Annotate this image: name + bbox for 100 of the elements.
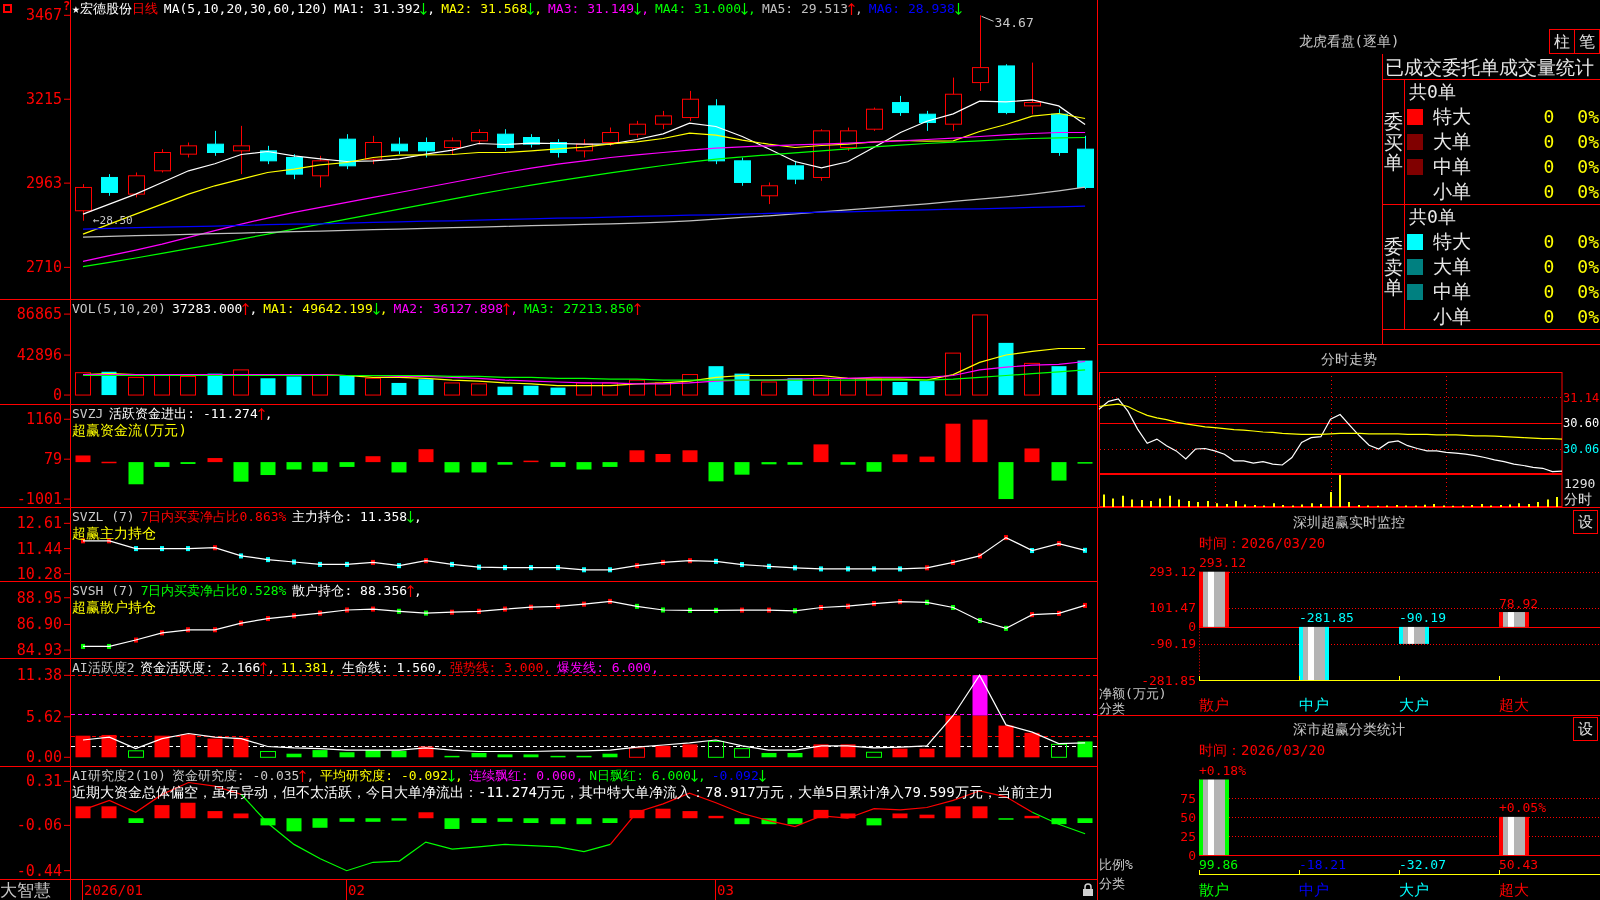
activity-bar	[497, 754, 513, 758]
axis-tick-label: 0	[52, 386, 62, 404]
activity-bar	[602, 753, 618, 758]
point-marker	[345, 561, 349, 567]
separator: ,	[697, 768, 706, 784]
view-toggle-button[interactable]: 柱	[1549, 28, 1575, 54]
point-marker	[239, 553, 243, 559]
separator: ,	[543, 660, 552, 676]
bar	[1499, 612, 1529, 627]
point-marker	[767, 607, 771, 613]
research-bar	[286, 818, 302, 832]
research-bar	[1051, 818, 1067, 825]
volume-bar	[260, 378, 276, 396]
order-share: 0%	[1577, 306, 1599, 327]
flow-bar	[233, 462, 249, 482]
bar	[1499, 816, 1529, 855]
candlestick	[1077, 135, 1094, 190]
axis-title: 分类	[1099, 700, 1125, 715]
flow-bar	[154, 462, 170, 467]
indicator-label: MA3: 31.149	[548, 1, 635, 17]
indicator-label: 连续飘红: 0.000	[468, 768, 576, 784]
activity-bar	[972, 675, 988, 716]
activity-bar	[813, 744, 829, 758]
activity-bar	[998, 725, 1014, 758]
flow-bar	[708, 462, 724, 482]
axis-tick-label: 0	[1188, 847, 1196, 863]
indicator-label: 11.381	[281, 660, 329, 676]
outlined-volume-bar	[444, 382, 460, 396]
separator: ,	[748, 1, 756, 17]
candlestick	[260, 145, 277, 165]
separator: ,	[328, 660, 336, 676]
outlined-activity-bar	[708, 740, 724, 758]
candlestick	[365, 135, 382, 165]
help-mark[interactable]: ?	[63, 0, 71, 12]
flow-bar	[497, 462, 513, 465]
volume-bar	[892, 382, 908, 396]
point-marker	[81, 538, 85, 544]
axis-tick-label: 88.95	[16, 588, 62, 607]
flow-bar	[629, 450, 645, 463]
axis-tick-label: 0.31	[25, 772, 62, 791]
point-marker	[186, 627, 190, 633]
point-marker	[661, 559, 665, 565]
point-marker	[318, 610, 322, 616]
separator: ,	[414, 583, 422, 599]
axis-tick-label: 11.38	[16, 666, 62, 685]
flow-bar	[523, 460, 539, 463]
flow-bar	[787, 462, 803, 465]
flow-bar	[945, 423, 961, 463]
flow-bar	[866, 462, 882, 472]
candlestick	[761, 181, 778, 205]
outlined-volume-bar	[576, 382, 592, 396]
point-marker	[1057, 541, 1061, 547]
activity-bar	[180, 734, 196, 758]
settings-button[interactable]: 设	[1573, 510, 1598, 534]
table-title: 已成交委托单成交量统计	[1385, 55, 1594, 78]
axis-tick-label: 101.47	[1149, 600, 1196, 616]
outlined-volume-bar	[154, 374, 170, 396]
candlestick	[286, 153, 303, 180]
axis-tick-label: 25	[1180, 828, 1196, 844]
order-count: 0	[1543, 256, 1555, 277]
research-bar	[233, 813, 249, 819]
research-bar	[207, 811, 223, 819]
axis-title: 净额(万元)	[1099, 685, 1167, 701]
point-marker	[371, 606, 375, 612]
settings-button[interactable]: 设	[1573, 717, 1598, 741]
indicator-label: MA6: 28.938	[868, 1, 955, 17]
indicator-label: MA(5,10,20,30,60,120)	[163, 1, 329, 17]
separator: ,	[264, 406, 273, 422]
point-marker	[925, 599, 929, 605]
research-bar	[418, 812, 434, 819]
point-marker	[266, 616, 270, 622]
order-count: 0	[1543, 306, 1555, 327]
indicator-label: VOL(5,10,20)	[72, 301, 166, 317]
indicator-label: MA4: 31.000	[654, 1, 742, 17]
candlestick	[1051, 108, 1068, 157]
flow-bar	[972, 419, 988, 463]
candlestick	[154, 148, 171, 173]
indicator-label: 资金研究度: -0.035	[171, 768, 300, 784]
flow-bar	[418, 449, 434, 463]
candlestick	[550, 138, 567, 158]
indicator-label: 生命线: 1.560	[341, 660, 436, 676]
candlestick	[233, 125, 250, 175]
order-total: 共0单	[1409, 82, 1456, 102]
research-bar	[523, 818, 539, 823]
candlestick	[682, 90, 699, 122]
point-marker	[951, 559, 955, 565]
axis-tick-label: 75	[1180, 790, 1196, 806]
outlined-volume-bar	[365, 377, 381, 396]
view-toggle-button[interactable]: 笔	[1574, 28, 1600, 54]
axis-tick-label: 2710	[25, 258, 62, 277]
point-marker	[107, 538, 111, 544]
volume-bar	[919, 381, 935, 396]
candlestick	[629, 120, 646, 138]
separator: ,	[454, 768, 463, 784]
outlined-volume-bar	[75, 372, 91, 396]
outlined-volume-bar	[312, 375, 328, 396]
point-marker	[582, 567, 586, 573]
research-bar	[972, 806, 988, 819]
point-marker	[951, 605, 955, 610]
category-label: 大户	[1399, 881, 1429, 899]
